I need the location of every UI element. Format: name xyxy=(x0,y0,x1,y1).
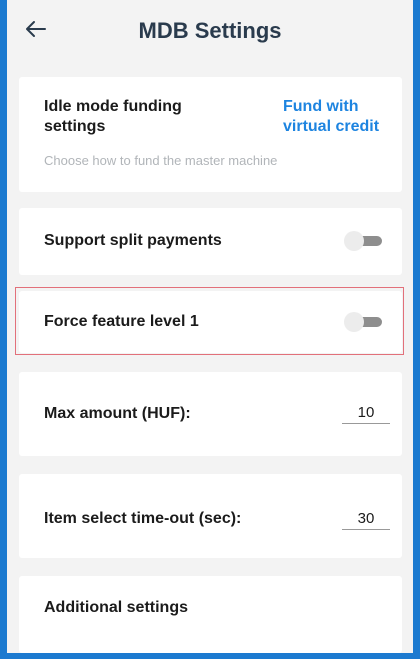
force-feature-label: Force feature level 1 xyxy=(44,313,199,330)
page-title: MDB Settings xyxy=(138,18,282,43)
funding-settings-card: Idle mode funding settings Fund with vir… xyxy=(19,77,402,192)
item-timeout-row: Item select time-out (sec): 30 xyxy=(19,474,402,558)
funding-mode-selector[interactable]: Fund with virtual credit xyxy=(283,97,393,137)
header: MDB Settings xyxy=(7,0,413,64)
toggle-thumb xyxy=(344,231,364,251)
max-amount-label: Max amount (HUF): xyxy=(44,405,191,422)
force-feature-toggle[interactable] xyxy=(344,312,384,332)
settings-screen: MDB Settings Idle mode funding settings … xyxy=(7,0,413,653)
max-amount-input[interactable]: 10 xyxy=(342,404,390,424)
funding-settings-label: Idle mode funding settings xyxy=(44,98,182,135)
toggle-thumb xyxy=(344,312,364,332)
additional-settings-row[interactable]: Additional settings xyxy=(19,576,402,653)
additional-settings-label: Additional settings xyxy=(44,599,188,616)
item-timeout-label: Item select time-out (sec): xyxy=(44,510,242,527)
item-timeout-input[interactable]: 30 xyxy=(342,510,390,530)
split-payments-row: Support split payments xyxy=(19,208,402,275)
split-payments-label: Support split payments xyxy=(44,232,222,249)
max-amount-row: Max amount (HUF): 10 xyxy=(19,372,402,456)
split-payments-toggle[interactable] xyxy=(344,231,384,251)
funding-settings-description: Choose how to fund the master machine xyxy=(44,153,278,168)
force-feature-row: Force feature level 1 xyxy=(19,291,402,353)
